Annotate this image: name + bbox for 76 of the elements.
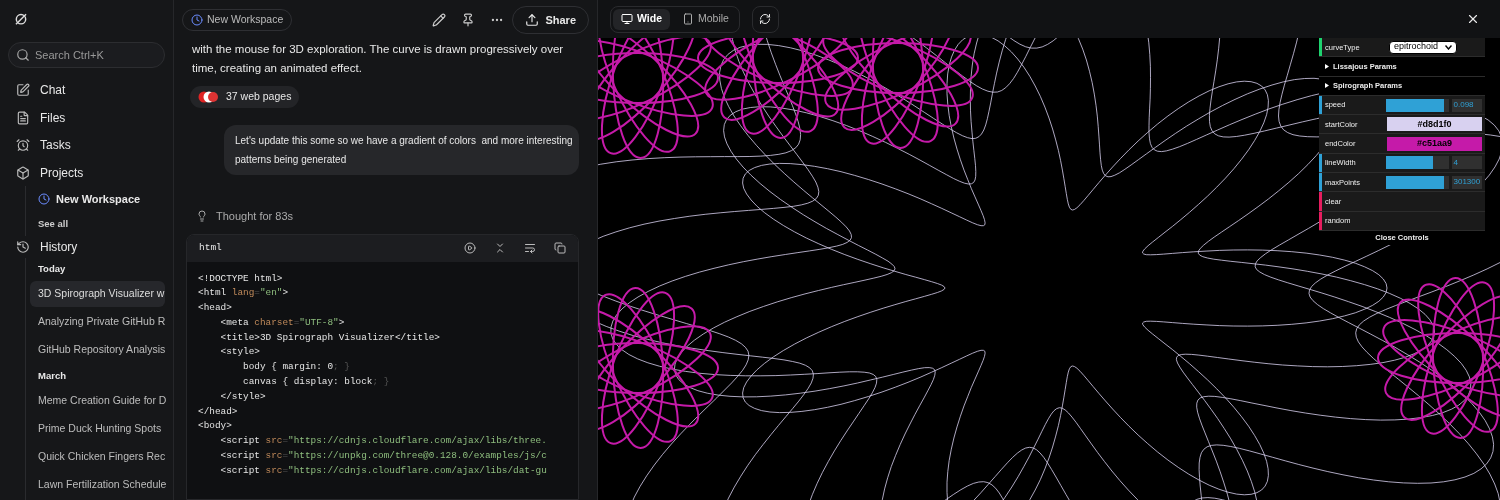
- triangle-icon: [1325, 63, 1329, 69]
- nav-item[interactable]: Files: [8, 103, 165, 132]
- project-item[interactable]: New Workspace: [38, 186, 165, 213]
- code-line: <meta charset="UTF-8">: [219, 315, 345, 330]
- code-line: canvas { display: block; }: [242, 375, 390, 390]
- nav-label: Tasks: [40, 137, 71, 155]
- close-icon[interactable]: [1466, 12, 1480, 26]
- code-language: html: [199, 240, 222, 255]
- slider-track[interactable]: [1385, 156, 1449, 170]
- sources-label: 37 web pages: [226, 89, 292, 105]
- collapse-icon[interactable]: [494, 242, 506, 254]
- search-icon: [16, 48, 30, 63]
- triangle-icon: [1325, 83, 1329, 89]
- cube-icon: [16, 165, 30, 180]
- history-item[interactable]: Meme Creation Guide for D: [30, 388, 165, 414]
- answer-text: with the mouse for 3D exploration. The curve is drawn progressively over time, creating an animated effect.: [191, 42, 565, 76]
- history-item[interactable]: Prime Duck Hunting Spots: [30, 416, 165, 442]
- nav-label: Files: [40, 109, 66, 127]
- number-field[interactable]: 301300: [1451, 175, 1482, 189]
- refresh-icon: [759, 13, 772, 25]
- alarm-clock-icon: [16, 138, 30, 153]
- search-field[interactable]: Search Ctrl+K: [8, 42, 165, 69]
- see-all-link[interactable]: See all: [38, 212, 165, 237]
- refresh-button[interactable]: [751, 5, 779, 33]
- project-label: New Workspace: [56, 192, 141, 208]
- history-group-label: March: [37, 369, 67, 384]
- nav-item[interactable]: Chat: [8, 76, 165, 104]
- code-line: <head>: [198, 301, 232, 316]
- view-tab[interactable]: Mobile: [674, 8, 737, 30]
- play-icon[interactable]: [464, 242, 476, 254]
- code-line: <script src="https://cdnjs.cloudflare.com/ajax/libs/dat-gu: [219, 463, 547, 478]
- history-item[interactable]: GitHub Repository Analysis: [30, 337, 165, 363]
- code-line: <body>: [198, 419, 232, 434]
- number-field[interactable]: 4: [1451, 156, 1482, 170]
- clock-icon: [191, 14, 203, 26]
- wrap-icon[interactable]: [524, 242, 536, 254]
- chevron-icon: [1445, 44, 1452, 50]
- code-line: <!DOCTYPE html>: [198, 271, 283, 286]
- history-item[interactable]: Analyzing Private GitHub R: [30, 309, 165, 335]
- history-group-label: Today: [37, 262, 67, 277]
- document-icon: [16, 110, 30, 125]
- color-swatch[interactable]: #c51aa9: [1387, 136, 1482, 151]
- site-icons: [198, 91, 218, 103]
- sources-chip[interactable]: 37 web pages: [190, 86, 300, 108]
- monitor-icon: [621, 13, 633, 25]
- phone-icon: [682, 13, 694, 25]
- history-item[interactable]: Lawn Fertilization Schedule: [30, 472, 165, 498]
- history-item[interactable]: Quick Chicken Fingers Rec: [30, 444, 165, 470]
- pen-square-icon: [16, 83, 30, 98]
- nav-item[interactable]: Projects: [8, 158, 165, 187]
- nav-label: Projects: [40, 164, 84, 182]
- code-line: body { margin: 0; }: [242, 360, 350, 375]
- view-tab[interactable]: Wide: [613, 8, 670, 30]
- curve-type-select[interactable]: epitrochoid: [1389, 40, 1457, 54]
- color-swatch[interactable]: #d8d1f0: [1387, 117, 1482, 132]
- code-line: <script src="https://unpkg.com/three@0.128.0/examples/js/c: [219, 449, 547, 464]
- history-icon: [16, 240, 30, 255]
- nav-label: Chat: [40, 82, 66, 100]
- thought-label[interactable]: Thought for 83s: [216, 208, 294, 225]
- history-label: History: [40, 239, 78, 257]
- code-line: </head>: [198, 404, 238, 419]
- number-field[interactable]: 0.098: [1451, 98, 1482, 112]
- code-line: <script src="https://cdnjs.cloudflare.com/ajax/libs/three.: [219, 434, 547, 449]
- code-line: <style>: [219, 345, 260, 360]
- user-message: Let's update this some so we have a gradient of colors and more interesting patterns being generated: [224, 125, 579, 175]
- upload-icon: [525, 13, 540, 27]
- edit-icon[interactable]: [432, 13, 447, 27]
- copy-icon[interactable]: [554, 242, 566, 254]
- code-line: <title>3D Spirograph Visualizer</title>: [219, 330, 440, 345]
- clock-icon: [38, 193, 50, 206]
- nav-item[interactable]: Tasks: [8, 131, 165, 159]
- pin-icon[interactable]: [461, 13, 476, 27]
- lightbulb-icon: [196, 210, 208, 223]
- code-line: <html lang="en">: [198, 286, 289, 301]
- history-item[interactable]: 3D Spirograph Visualizer w: [30, 281, 165, 307]
- code-line: </style>: [219, 389, 266, 404]
